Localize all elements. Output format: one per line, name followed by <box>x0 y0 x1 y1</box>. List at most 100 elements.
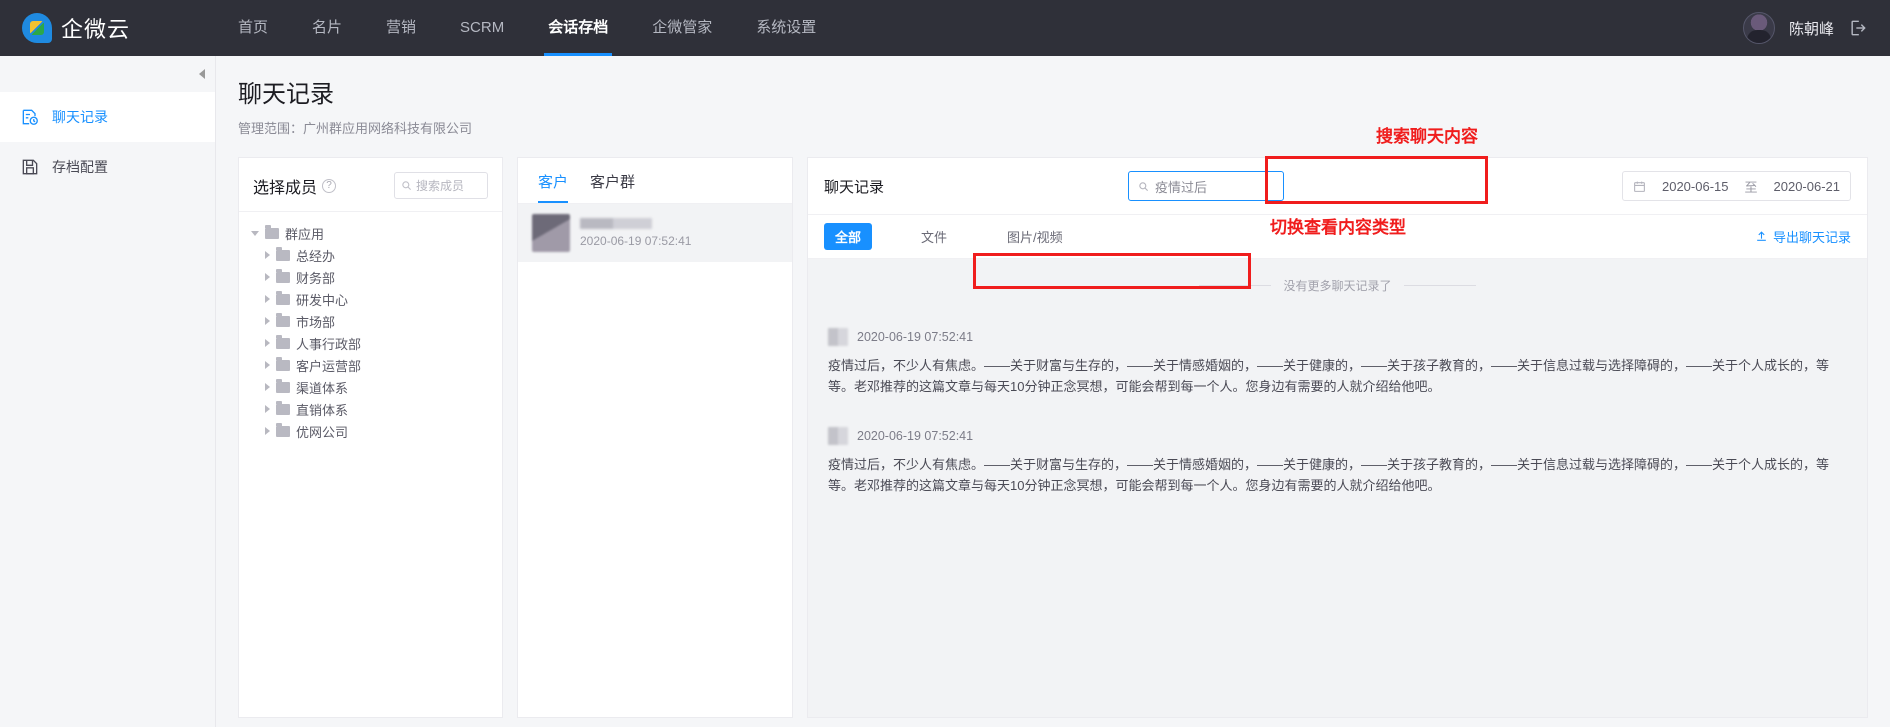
chat-panel-header: 聊天记录 疫情过后 2020-06-15 至 2020-06-21 <box>808 158 1867 215</box>
question-mark-icon[interactable]: ? <box>322 178 337 193</box>
nav-item-home[interactable]: 首页 <box>216 0 290 56</box>
nav-item-marketing[interactable]: 营销 <box>364 0 438 56</box>
tree-node-label: 人事行政部 <box>296 336 362 352</box>
tree-node-hr-admin[interactable]: 人事行政部 <box>249 332 502 354</box>
page-title: 聊天记录 <box>238 81 334 108</box>
chevron-right-icon[interactable] <box>265 339 270 347</box>
tree-node-label: 群应用 <box>285 226 325 242</box>
folder-icon <box>276 334 290 349</box>
sidebar-collapse-button[interactable] <box>0 56 215 92</box>
customer-avatar <box>532 214 570 252</box>
date-separator: 至 <box>1744 179 1758 195</box>
chat-record-panel: 聊天记录 疫情过后 2020-06-15 至 2020-06-21 全部 文件 … <box>807 157 1868 718</box>
tree-node-rnd[interactable]: 研发中心 <box>249 288 502 310</box>
chevron-right-icon[interactable] <box>265 251 270 259</box>
tree-node-finance[interactable]: 财务部 <box>249 266 502 288</box>
sidebar-item-chat-history[interactable]: 聊天记录 <box>0 92 215 142</box>
message-avatar <box>828 328 848 346</box>
brand-logo-area[interactable]: 企微云 <box>0 12 216 44</box>
chevron-right-icon[interactable] <box>265 427 270 435</box>
tree-node-label: 客户运营部 <box>296 358 362 374</box>
member-select-panel: 选择成员 ? 搜索成员 群应用 总经办 财务部 研发中心 市场部 人事行政部 客… <box>238 157 503 718</box>
annotation-search-note: 搜索聊天内容 <box>1376 127 1478 146</box>
filter-all[interactable]: 全部 <box>824 223 873 250</box>
filter-file[interactable]: 文件 <box>910 223 958 250</box>
date-end: 2020-06-21 <box>1773 178 1841 194</box>
nav-item-session-archive[interactable]: 会话存档 <box>526 0 630 56</box>
member-search-placeholder: 搜索成员 <box>416 179 465 193</box>
sidebar-item-archive-config[interactable]: 存档配置 <box>0 142 215 192</box>
folder-icon <box>276 400 290 415</box>
tree-node-label: 渠道体系 <box>296 380 349 396</box>
panels-row: 选择成员 ? 搜索成员 群应用 总经办 财务部 研发中心 市场部 人事行政部 客… <box>238 157 1868 718</box>
folder-icon <box>276 312 290 327</box>
tab-customer-group[interactable]: 客户群 <box>590 171 635 203</box>
user-name: 陈朝峰 <box>1788 20 1834 38</box>
no-more-records-divider: 没有更多聊天记录了 <box>828 277 1847 294</box>
chevron-right-icon[interactable] <box>265 317 270 325</box>
tree-node-marketing[interactable]: 市场部 <box>249 310 502 332</box>
tree-node-customer-ops[interactable]: 客户运营部 <box>249 354 502 376</box>
member-search-input[interactable]: 搜索成员 <box>394 172 488 199</box>
message-header: 2020-06-19 07:52:41 <box>828 427 1847 445</box>
message-avatar <box>828 427 848 445</box>
main-content: 聊天记录 管理范围：广州群应用网络科技有限公司 选择成员 ? 搜索成员 群应用 … <box>216 56 1890 727</box>
brand-name: 企微云 <box>61 17 131 42</box>
tree-node-root[interactable]: 群应用 <box>249 222 502 244</box>
calendar-icon <box>1634 181 1645 192</box>
nav-item-scrm[interactable]: SCRM <box>438 0 526 56</box>
divider-line-right <box>1403 285 1476 286</box>
tree-node-channel-system[interactable]: 渠道体系 <box>249 376 502 398</box>
tree-node-label: 研发中心 <box>296 292 349 308</box>
search-icon <box>1139 181 1149 191</box>
nav-item-system-settings[interactable]: 系统设置 <box>734 0 838 56</box>
customer-name-masked <box>580 218 652 229</box>
main-nav-menu: 首页 名片 营销 SCRM 会话存档 企微管家 系统设置 <box>216 0 838 56</box>
chat-messages-area[interactable]: 没有更多聊天记录了 2020-06-19 07:52:41 疫情过后，不少人有焦… <box>808 259 1867 717</box>
avatar[interactable] <box>1742 12 1775 44</box>
tree-node-label: 市场部 <box>296 314 336 330</box>
folder-icon <box>276 356 290 371</box>
folder-icon <box>276 378 290 393</box>
message-time: 2020-06-19 07:52:41 <box>857 330 974 344</box>
floppy-disk-icon <box>22 159 38 175</box>
tab-customer[interactable]: 客户 <box>538 171 569 203</box>
date-range-picker[interactable]: 2020-06-15 至 2020-06-21 <box>1621 171 1851 201</box>
sidebar-item-label: 聊天记录 <box>52 109 108 125</box>
chevron-right-icon[interactable] <box>265 273 270 281</box>
message-item: 2020-06-19 07:52:41 疫情过后，不少人有焦虑。——关于财富与生… <box>828 427 1847 496</box>
export-chat-record-button[interactable]: 导出聊天记录 <box>1755 227 1851 246</box>
nav-item-business-card[interactable]: 名片 <box>290 0 364 56</box>
member-panel-header: 选择成员 ? 搜索成员 <box>239 158 502 212</box>
folder-icon <box>276 246 290 261</box>
chevron-right-icon[interactable] <box>265 361 270 369</box>
export-label: 导出聊天记录 <box>1772 230 1851 245</box>
upload-icon <box>1757 231 1766 241</box>
app-logo-icon <box>22 13 52 43</box>
chat-panel-title: 聊天记录 <box>824 178 885 196</box>
message-time: 2020-06-19 07:52:41 <box>857 429 974 443</box>
chat-search-input[interactable]: 疫情过后 <box>1128 171 1285 201</box>
tree-node-direct-sales[interactable]: 直销体系 <box>249 398 502 420</box>
message-item: 2020-06-19 07:52:41 疫情过后，不少人有焦虑。——关于财富与生… <box>828 328 1847 397</box>
chevron-right-icon[interactable] <box>265 295 270 303</box>
department-tree: 群应用 总经办 财务部 研发中心 市场部 人事行政部 客户运营部 渠道体系 直销… <box>239 212 502 442</box>
date-start: 2020-06-15 <box>1661 178 1729 194</box>
chevron-down-icon[interactable] <box>251 230 259 236</box>
filter-image-video[interactable]: 图片/视频 <box>996 223 1074 250</box>
nav-item-qiwei-manager[interactable]: 企微管家 <box>630 0 734 56</box>
left-sidebar: 聊天记录 存档配置 <box>0 56 216 727</box>
chevron-right-icon[interactable] <box>265 405 270 413</box>
tree-node-label: 总经办 <box>296 248 336 264</box>
customer-list-panel: 客户 客户群 2020-06-19 07:52:41 <box>517 157 793 718</box>
chevron-right-icon[interactable] <box>265 383 270 391</box>
message-header: 2020-06-19 07:52:41 <box>828 328 1847 346</box>
message-text: 疫情过后，不少人有焦虑。——关于财富与生存的，——关于情感婚姻的，——关于健康的… <box>828 457 1830 493</box>
member-panel-title: 选择成员 <box>253 179 318 197</box>
tree-node-general-office[interactable]: 总经办 <box>249 244 502 266</box>
list-item[interactable]: 2020-06-19 07:52:41 <box>518 204 792 262</box>
tree-node-youwang-company[interactable]: 优网公司 <box>249 420 502 442</box>
logout-icon[interactable] <box>1848 18 1868 38</box>
chat-history-icon <box>22 109 38 125</box>
top-navigation-bar: 企微云 首页 名片 营销 SCRM 会话存档 企微管家 系统设置 陈朝峰 <box>0 0 1890 56</box>
